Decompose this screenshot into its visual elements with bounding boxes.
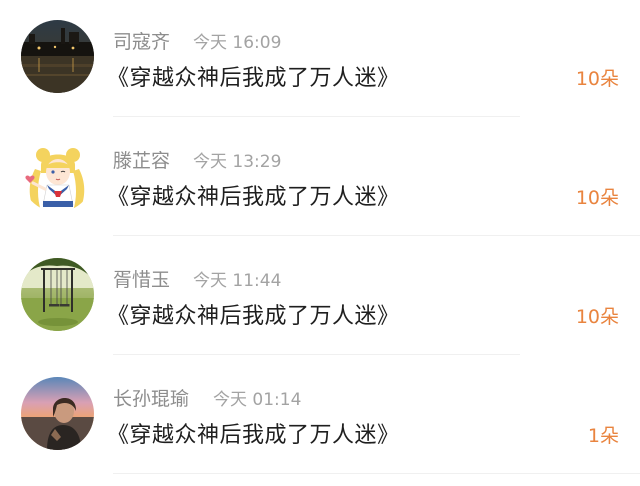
timestamp: 今天 11:44 [193,271,282,291]
list-item[interactable]: 滕芷容 今天 13:29 《穿越众神后我成了万人迷》 10朵 [0,119,640,238]
park-swing-photo-icon [21,258,94,331]
book-title[interactable]: 《穿越众神后我成了万人迷》 [107,417,400,449]
username[interactable]: 司寇齐 [113,27,170,54]
row-divider [113,473,640,474]
book-title[interactable]: 《穿越众神后我成了万人迷》 [107,179,400,211]
list-item[interactable]: 胥惜玉 今天 11:44 《穿越众神后我成了万人迷》 10朵 [0,238,640,357]
username[interactable]: 胥惜玉 [113,265,170,292]
avatar[interactable] [21,377,94,450]
flower-count: 10朵 [575,306,619,328]
avatar[interactable] [21,258,94,331]
sailor-moon-cartoon-icon [21,139,94,212]
avatar[interactable] [21,139,94,212]
row-divider [113,235,640,236]
row-divider [113,354,520,355]
list-item[interactable]: 司寇齐 今天 16:09 《穿越众神后我成了万人迷》 10朵 [0,0,640,119]
avatar[interactable] [21,20,94,93]
flower-count: 10朵 [575,68,619,90]
timestamp: 今天 13:29 [193,152,282,172]
flower-count: 10朵 [575,187,619,209]
book-title[interactable]: 《穿越众神后我成了万人迷》 [107,298,400,330]
gift-record-list: 司寇齐 今天 16:09 《穿越众神后我成了万人迷》 10朵 滕芷容 今天 13… [0,0,640,486]
username[interactable]: 长孙琨瑜 [113,384,189,411]
row-divider [113,116,520,117]
book-title[interactable]: 《穿越众神后我成了万人迷》 [107,60,400,92]
username[interactable]: 滕芷容 [113,146,170,173]
timestamp: 今天 16:09 [193,33,282,53]
list-item[interactable]: 长孙琨瑜 今天 01:14 《穿越众神后我成了万人迷》 1朵 [0,357,640,476]
flower-count: 1朵 [587,425,619,447]
night-river-photo-icon [21,20,94,93]
sunset-person-photo-icon [21,377,94,450]
timestamp: 今天 01:14 [213,390,302,410]
